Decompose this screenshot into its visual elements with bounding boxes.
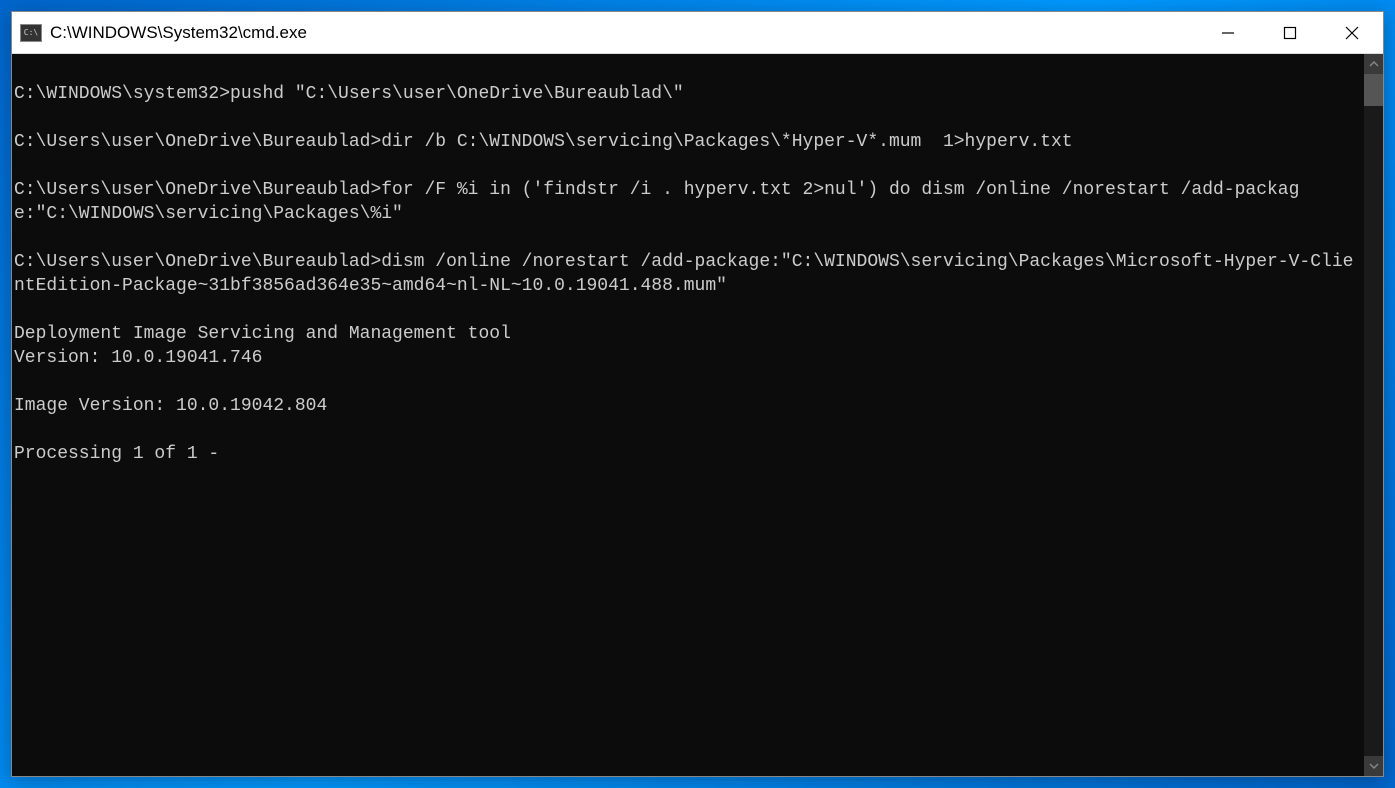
scroll-up-button[interactable] xyxy=(1364,54,1383,74)
close-button[interactable] xyxy=(1321,12,1383,53)
scroll-track[interactable] xyxy=(1364,74,1383,756)
minimize-icon xyxy=(1221,26,1235,40)
maximize-icon xyxy=(1283,26,1297,40)
maximize-button[interactable] xyxy=(1259,12,1321,53)
chevron-down-icon xyxy=(1369,763,1379,769)
window-controls xyxy=(1197,12,1383,53)
cmd-icon: C:\ xyxy=(20,24,42,42)
close-icon xyxy=(1345,26,1359,40)
cmd-window: C:\ C:\WINDOWS\System32\cmd.exe C:\WINDO… xyxy=(11,11,1384,777)
scroll-down-button[interactable] xyxy=(1364,756,1383,776)
chevron-up-icon xyxy=(1369,61,1379,67)
scroll-thumb[interactable] xyxy=(1364,74,1383,106)
titlebar[interactable]: C:\ C:\WINDOWS\System32\cmd.exe xyxy=(12,12,1383,54)
window-title: C:\WINDOWS\System32\cmd.exe xyxy=(50,23,1197,43)
scrollbar xyxy=(1364,54,1383,776)
terminal-area: C:\WINDOWS\system32>pushd "C:\Users\user… xyxy=(12,54,1383,776)
terminal-output[interactable]: C:\WINDOWS\system32>pushd "C:\Users\user… xyxy=(12,54,1364,776)
minimize-button[interactable] xyxy=(1197,12,1259,53)
